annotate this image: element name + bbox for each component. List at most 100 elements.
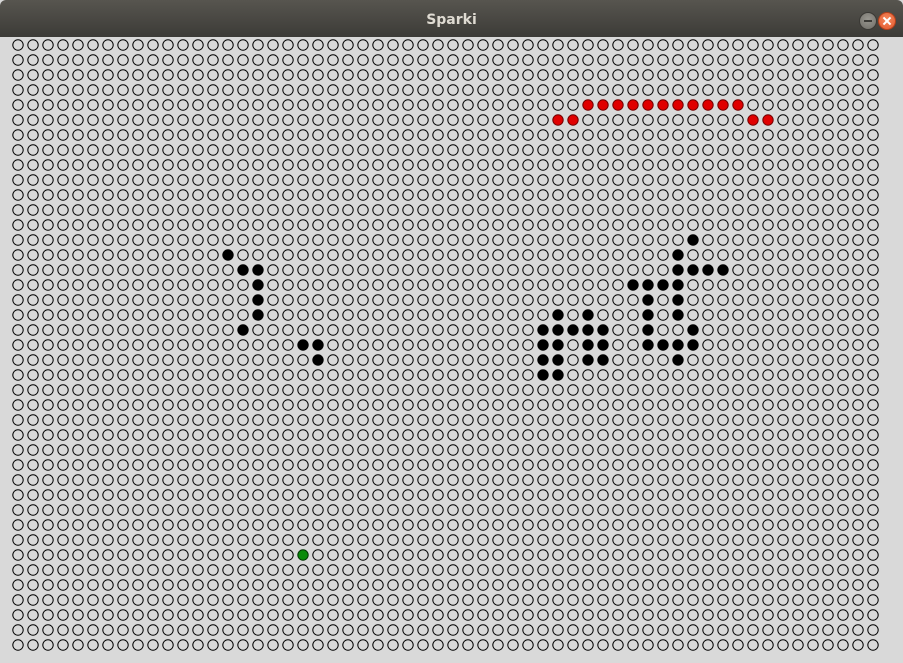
grid-cell xyxy=(657,84,669,96)
grid-cell xyxy=(72,399,84,411)
grid-cell xyxy=(672,549,684,561)
grid-cell xyxy=(552,549,564,561)
grid-cell xyxy=(507,174,519,186)
grid-cell xyxy=(87,99,99,111)
grid-cell xyxy=(42,549,54,561)
grid-cell xyxy=(702,639,714,651)
grid-cell xyxy=(402,264,414,276)
grid-cell xyxy=(12,549,24,561)
grid-cell xyxy=(447,414,459,426)
grid-cell xyxy=(342,564,354,576)
grid-cell xyxy=(717,174,729,186)
grid-cell xyxy=(747,84,759,96)
grid-cell xyxy=(267,54,279,66)
grid-cell xyxy=(372,519,384,531)
grid-cell xyxy=(282,594,294,606)
grid-cell xyxy=(717,114,729,126)
grid-cell xyxy=(162,309,174,321)
grid-cell xyxy=(252,459,264,471)
grid-cell xyxy=(552,474,564,486)
grid-cell xyxy=(747,414,759,426)
grid-cell xyxy=(357,144,369,156)
grid-cell xyxy=(567,429,579,441)
grid-cell xyxy=(657,489,669,501)
grid-cell xyxy=(327,534,339,546)
grid-cell xyxy=(837,309,849,321)
grid-cell xyxy=(837,219,849,231)
grid-cell xyxy=(177,69,189,81)
grid-cell xyxy=(147,159,159,171)
grid-cell xyxy=(642,429,654,441)
grid-cell xyxy=(507,639,519,651)
grid-cell xyxy=(417,174,429,186)
grid-cell xyxy=(27,579,39,591)
grid-cell xyxy=(87,624,99,636)
grid-cell xyxy=(582,219,594,231)
grid-cell xyxy=(87,399,99,411)
grid-cell xyxy=(327,579,339,591)
grid-cell xyxy=(507,579,519,591)
grid-cell xyxy=(522,444,534,456)
grid-cell xyxy=(792,294,804,306)
title-bar[interactable]: Sparki xyxy=(0,0,903,37)
grid-cell xyxy=(492,459,504,471)
grid-cell xyxy=(852,39,864,51)
grid-cell xyxy=(27,144,39,156)
grid-cell xyxy=(87,354,99,366)
grid-cell xyxy=(267,174,279,186)
grid-cell xyxy=(237,579,249,591)
grid-cell xyxy=(447,384,459,396)
grid-cell xyxy=(597,234,609,246)
grid-cell xyxy=(807,519,819,531)
grid-cell xyxy=(417,204,429,216)
grid-cell xyxy=(852,279,864,291)
grid-cell xyxy=(372,444,384,456)
grid-cell xyxy=(612,54,624,66)
grid-cell xyxy=(687,294,699,306)
grid-cell xyxy=(732,429,744,441)
grid-cell xyxy=(792,159,804,171)
grid-cell xyxy=(867,384,879,396)
grid-cell xyxy=(342,504,354,516)
grid-cell xyxy=(12,429,24,441)
grid-cell xyxy=(792,369,804,381)
grid-cell xyxy=(357,624,369,636)
grid-cell-obstacle xyxy=(597,354,609,366)
grid-cell xyxy=(357,534,369,546)
grid-cell xyxy=(687,384,699,396)
grid-cell xyxy=(612,354,624,366)
grid-cell xyxy=(237,594,249,606)
grid-cell xyxy=(387,579,399,591)
grid-cell xyxy=(492,564,504,576)
grid-cell xyxy=(702,69,714,81)
grid-cell xyxy=(312,639,324,651)
grid-cell xyxy=(357,39,369,51)
grid-cell xyxy=(567,459,579,471)
minimize-button[interactable] xyxy=(859,12,877,30)
grid-cell xyxy=(237,249,249,261)
grid-cell xyxy=(522,204,534,216)
grid-cell xyxy=(477,489,489,501)
grid-cell xyxy=(792,519,804,531)
grid-cell xyxy=(612,564,624,576)
grid-cell xyxy=(267,249,279,261)
grid-cell xyxy=(132,189,144,201)
grid-cell xyxy=(192,144,204,156)
grid-cell xyxy=(12,54,24,66)
grid-cell xyxy=(462,69,474,81)
grid-cell xyxy=(612,474,624,486)
grid-cell xyxy=(702,504,714,516)
grid-cell xyxy=(402,54,414,66)
grid-cell xyxy=(342,174,354,186)
grid-cell xyxy=(432,249,444,261)
grid-cell xyxy=(162,549,174,561)
grid-cell xyxy=(477,114,489,126)
grid-cell xyxy=(402,279,414,291)
grid-cell xyxy=(477,609,489,621)
grid-cell xyxy=(372,549,384,561)
grid-cell xyxy=(747,609,759,621)
grid-cell xyxy=(357,594,369,606)
grid-cell xyxy=(462,399,474,411)
close-button[interactable] xyxy=(878,12,896,30)
grid-cell xyxy=(297,354,309,366)
